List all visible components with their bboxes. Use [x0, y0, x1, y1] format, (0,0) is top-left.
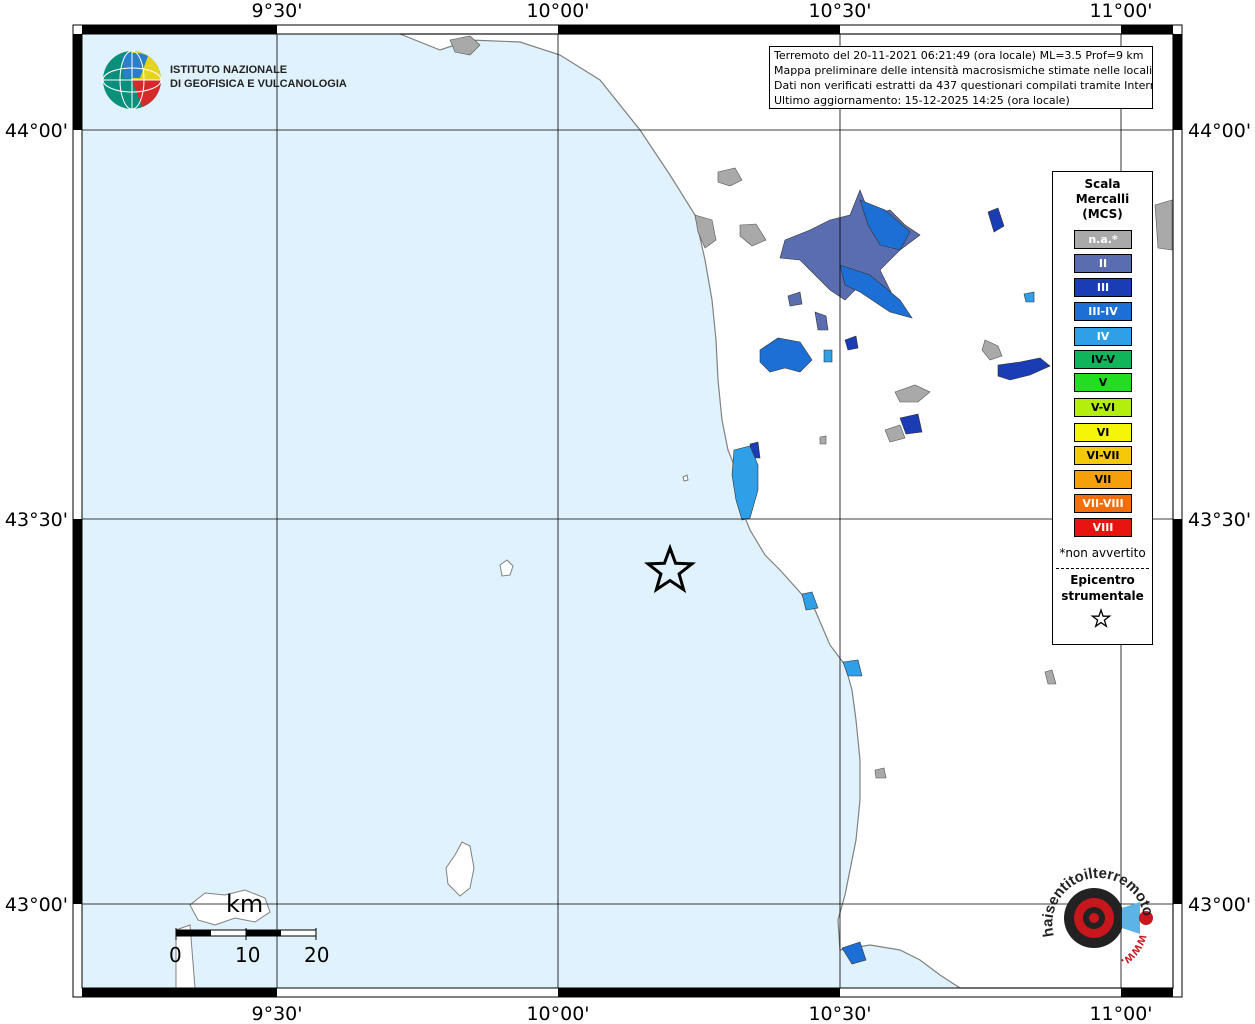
globe-icon: [102, 50, 162, 110]
legend-item-iv-v: IV-V: [1074, 350, 1132, 369]
lat-labels-left: 44°00' 43°30' 43°00': [5, 120, 68, 916]
event-info-line: Dati non verificati estratti da 437 ques…: [774, 79, 1153, 92]
lat-labels-right: 44°00' 43°30' 43°00': [1188, 120, 1251, 916]
svg-text:www.: www.: [1119, 932, 1152, 970]
legend-item-vi: VI: [1074, 423, 1132, 442]
lat-label: 43°30': [1188, 509, 1251, 531]
legend-item-iii-iv: III-IV: [1074, 302, 1132, 321]
legend-item-vii: VII: [1074, 470, 1132, 489]
lat-label: 44°00': [5, 120, 68, 142]
lon-label: 9°30': [252, 0, 303, 22]
legend-divider: [1056, 568, 1149, 569]
lon-label: 10°30': [808, 1003, 871, 1024]
lon-label: 11°00': [1089, 0, 1152, 22]
scale-tick-label: 10: [235, 943, 261, 967]
hsit-logo: haisentitoilterremoto.it www.: [1034, 843, 1160, 980]
event-info-box: Terremoto del 20-11-2021 06:21:49 (ora l…: [769, 46, 1153, 109]
legend-note: *non avvertito: [1059, 546, 1146, 560]
legend-item-v: V: [1074, 373, 1132, 392]
lat-label: 44°00': [1188, 120, 1251, 142]
scale-unit-label: km: [226, 890, 264, 918]
legend-item-iii: III: [1074, 278, 1132, 297]
legend-epicenter-label: Epicentro strumentale: [1061, 573, 1144, 603]
legend-item-na: n.a.*: [1074, 230, 1132, 249]
legend-item-vii-viii: VII-VIII: [1074, 494, 1132, 513]
legend-item-ii: II: [1074, 254, 1132, 273]
legend-item-vi-vii: VI-VII: [1074, 446, 1132, 465]
event-info-line: Mappa preliminare delle intensità macros…: [774, 64, 1153, 77]
event-info-line: Ultimo aggiornamento: 15-12-2025 14:25 (…: [774, 94, 1070, 107]
scale-tick-label: 0: [169, 943, 182, 967]
lat-label: 43°00': [5, 894, 68, 916]
legend-item-v-vi: V-VI: [1074, 398, 1132, 417]
lon-label: 10°00': [526, 0, 589, 22]
lon-label: 9°30': [252, 1003, 303, 1024]
lon-label: 10°00': [526, 1003, 589, 1024]
hsit-logo-prefix: www.: [1119, 932, 1152, 970]
lon-labels-top: 9°30' 10°00' 10°30' 11°00': [252, 0, 1153, 22]
epicenter-legend-star-icon: [1090, 608, 1112, 628]
lat-label: 43°30': [5, 509, 68, 531]
ingv-line-2: DI GEOFISICA E VULCANOLOGIA: [170, 78, 347, 90]
legend-item-viii: VIII: [1074, 518, 1132, 537]
legend-title: Scala Mercalli (MCS): [1075, 177, 1130, 221]
event-info-line: Terremoto del 20-11-2021 06:21:49 (ora l…: [774, 49, 1144, 62]
ingv-logo: [100, 48, 164, 116]
ingv-logo-text: ISTITUTO NAZIONALE DI GEOFISICA E VULCAN…: [170, 63, 347, 91]
lon-label: 11°00': [1089, 1003, 1152, 1024]
lat-label: 43°00': [1188, 894, 1251, 916]
legend-item-iv: IV: [1074, 327, 1132, 346]
mcs-legend: Scala Mercalli (MCS) n.a.* II III III-IV…: [1052, 171, 1153, 645]
lon-label: 10°30': [808, 0, 871, 22]
scale-tick-label: 20: [304, 943, 330, 967]
ingv-line-1: ISTITUTO NAZIONALE: [170, 64, 288, 76]
hsit-target-icon: haisentitoilterremoto.it www.: [1034, 843, 1157, 970]
lon-labels-bottom: 9°30' 10°00' 10°30' 11°00': [252, 1003, 1153, 1024]
